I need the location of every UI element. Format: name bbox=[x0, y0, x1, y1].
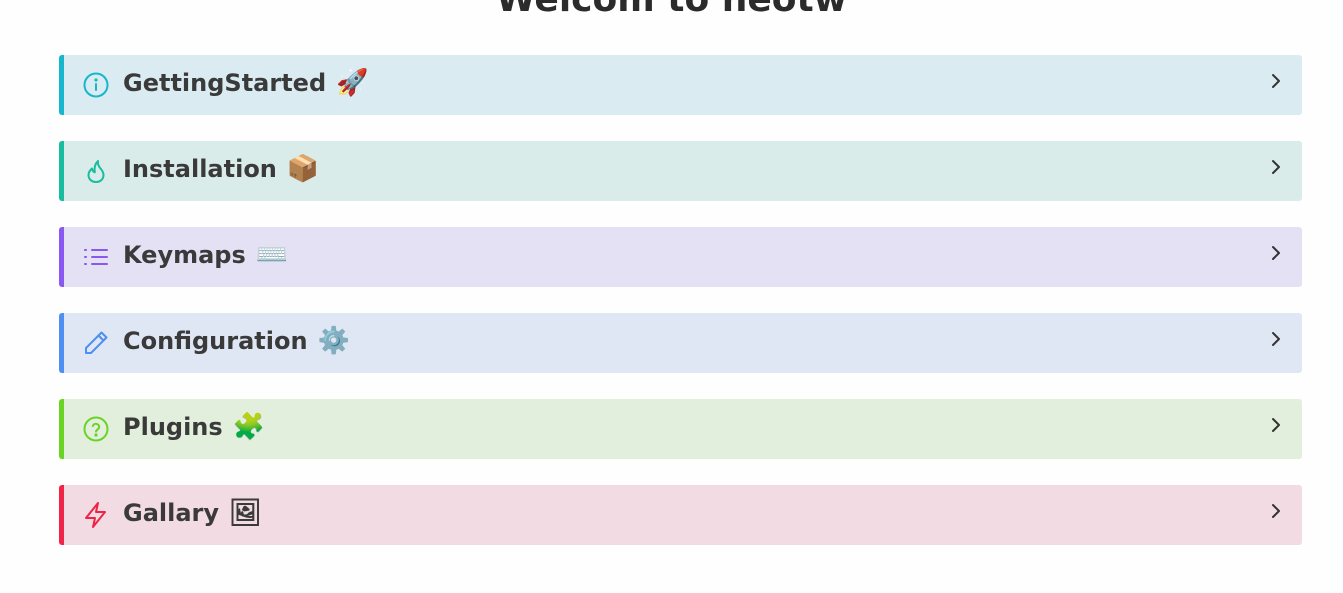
page-title: Welcom to neotw bbox=[0, 0, 1343, 22]
callout-keymaps[interactable]: Keymaps ⌨️ bbox=[59, 227, 1302, 287]
flame-icon bbox=[81, 156, 111, 186]
callout-title: Installation 📦 bbox=[123, 153, 319, 185]
callout-title: Keymaps ⌨️ bbox=[123, 239, 288, 271]
picture-emoji: 🖼 bbox=[229, 498, 263, 528]
callout-title: Configuration ⚙️ bbox=[123, 325, 350, 357]
rocket-emoji: 🚀 bbox=[336, 68, 369, 98]
puzzle-emoji: 🧩 bbox=[232, 412, 266, 442]
callout-label: Installation bbox=[123, 155, 277, 183]
callout-plugins[interactable]: Plugins 🧩 bbox=[59, 399, 1302, 459]
callout-title: GettingStarted 🚀 bbox=[123, 67, 369, 99]
callout-label: Plugins bbox=[123, 413, 223, 441]
pencil-icon bbox=[81, 328, 111, 358]
callout-label: Keymaps bbox=[123, 241, 246, 269]
chevron-right-icon[interactable] bbox=[1268, 327, 1284, 351]
callout-installation[interactable]: Installation 📦 bbox=[59, 141, 1302, 201]
chevron-right-icon[interactable] bbox=[1268, 241, 1284, 265]
gear-emoji: ⚙️ bbox=[317, 326, 350, 356]
callout-configuration[interactable]: Configuration ⚙️ bbox=[59, 313, 1302, 373]
callout-getting-started[interactable]: GettingStarted 🚀 bbox=[59, 55, 1302, 115]
callout-label: GettingStarted bbox=[123, 69, 327, 97]
keyboard-emoji: ⌨️ bbox=[255, 240, 289, 270]
chevron-right-icon[interactable] bbox=[1268, 413, 1284, 437]
chevron-right-icon[interactable] bbox=[1268, 69, 1284, 93]
callout-label: Configuration bbox=[123, 327, 308, 355]
callout-label: Gallary bbox=[123, 499, 220, 527]
package-emoji: 📦 bbox=[286, 154, 320, 184]
lightning-icon bbox=[81, 500, 111, 530]
callout-gallary[interactable]: Gallary 🖼 bbox=[59, 485, 1302, 545]
chevron-right-icon[interactable] bbox=[1268, 499, 1284, 523]
chevron-right-icon[interactable] bbox=[1268, 155, 1284, 179]
question-icon bbox=[81, 414, 111, 444]
callout-title: Plugins 🧩 bbox=[123, 411, 265, 443]
info-icon bbox=[81, 70, 111, 100]
callout-list: GettingStarted 🚀 Installation 📦 Keymaps … bbox=[59, 55, 1302, 571]
page: Welcom to neotw GettingStarted 🚀 bbox=[0, 0, 1343, 593]
list-icon bbox=[81, 242, 111, 272]
callout-title: Gallary 🖼 bbox=[123, 497, 262, 529]
